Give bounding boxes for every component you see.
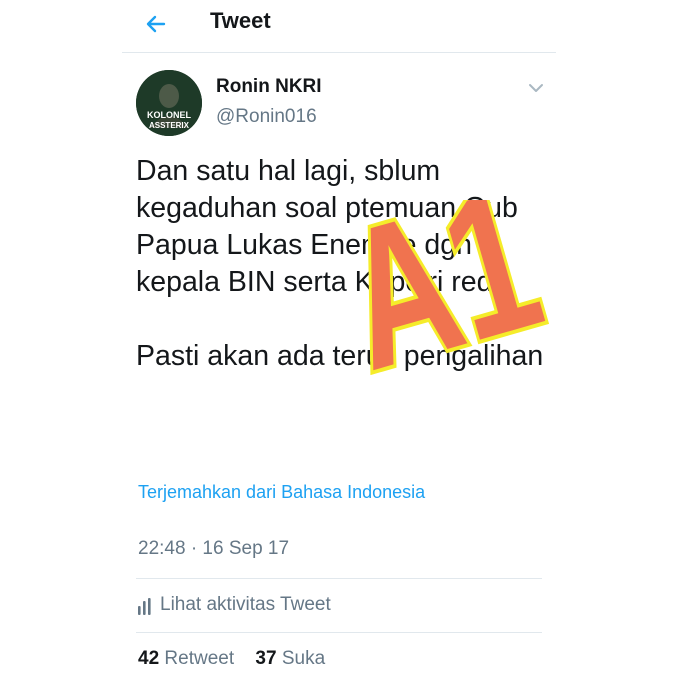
page-title: Tweet	[210, 8, 271, 33]
avatar-text-top: KOLONEL	[147, 110, 192, 120]
retweet-count: 42	[138, 648, 160, 669]
tweet-screen: Tweet KOLONEL ASSTERIX Ronin NKRI @Ronin…	[122, 0, 556, 680]
tweet-activity-label: Lihat aktivitas Tweet	[160, 594, 331, 615]
retweet-count-link[interactable]: 42 Retweet	[138, 648, 234, 669]
tweet-text: Dan satu hal lagi, sblum kegaduhan soal …	[136, 155, 544, 372]
author-name[interactable]: Ronin NKRI	[216, 76, 322, 98]
arrow-left-icon[interactable]	[144, 12, 168, 36]
tweet-timestamp[interactable]: 22:48 · 16 Sep 17	[138, 538, 289, 560]
avatar[interactable]: KOLONEL ASSTERIX	[136, 70, 202, 136]
bar-chart-icon	[138, 598, 151, 615]
like-label: Suka	[281, 648, 326, 669]
divider	[136, 578, 542, 579]
avatar-text-bottom: ASSTERIX	[149, 121, 190, 130]
author-handle[interactable]: @Ronin016	[216, 106, 317, 128]
retweet-label: Retweet	[164, 648, 235, 669]
chevron-down-icon[interactable]	[526, 78, 546, 98]
like-count: 37	[255, 648, 277, 669]
top-bar: Tweet	[122, 0, 556, 53]
translate-link[interactable]: Terjemahkan dari Bahasa Indonesia	[138, 482, 425, 503]
divider	[136, 632, 542, 633]
tweet-stats: 42 Retweet 37 Suka	[138, 648, 341, 670]
like-count-link[interactable]: 37 Suka	[255, 648, 325, 669]
